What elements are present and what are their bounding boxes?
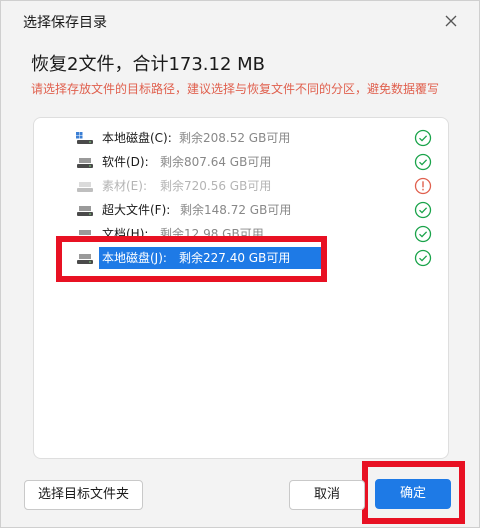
drive-icon <box>76 203 94 217</box>
drive-item-f[interactable]: 超大文件(F): 剩余148.72 GB可用 <box>34 198 448 222</box>
check-circle-icon <box>414 153 432 171</box>
recovery-summary-heading: 恢复2文件，合计173.12 MB <box>31 54 266 75</box>
drive-item-d[interactable]: 软件(D): 剩余807.64 GB可用 <box>34 150 448 174</box>
drive-item-e: 素材(E): 剩余720.56 GB可用 <box>34 174 448 198</box>
close-button[interactable] <box>439 9 463 33</box>
drive-label: 素材(E): <box>102 179 147 193</box>
drive-icon <box>76 155 94 169</box>
check-circle-icon <box>414 249 432 267</box>
check-circle-icon <box>414 201 432 219</box>
overwrite-warning-text: 请选择存放文件的目标路径，建议选择与恢复文件不同的分区，避免数据覆写 <box>31 82 440 96</box>
drive-free-space: 剩余807.64 GB可用 <box>160 155 272 169</box>
drive-list: 本地磁盘(C): 剩余208.52 GB可用 软件(D): 剩余807.64 G… <box>33 117 449 459</box>
drive-free-space: 剩余148.72 GB可用 <box>180 203 292 217</box>
drive-icon <box>76 179 94 193</box>
info-circle-icon <box>414 177 432 195</box>
cancel-button[interactable]: 取消 <box>289 480 365 510</box>
drive-icon <box>76 131 94 145</box>
drive-label: 超大文件(F): <box>102 203 171 217</box>
highlight-box-selected-drive <box>56 236 327 282</box>
drive-free-space: 剩余208.52 GB可用 <box>179 131 291 145</box>
check-circle-icon <box>414 129 432 147</box>
drive-free-space: 剩余720.56 GB可用 <box>160 179 272 193</box>
check-circle-icon <box>414 225 432 243</box>
close-icon <box>439 9 463 33</box>
confirm-button[interactable]: 确定 <box>375 479 451 509</box>
drive-label: 本地磁盘(C): <box>102 131 172 145</box>
drive-item-c[interactable]: 本地磁盘(C): 剩余208.52 GB可用 <box>34 126 448 150</box>
drive-label: 软件(D): <box>102 155 149 169</box>
save-directory-dialog: 选择保存目录 恢复2文件，合计173.12 MB 请选择存放文件的目标路径，建议… <box>0 0 480 528</box>
choose-folder-button[interactable]: 选择目标文件夹 <box>24 480 143 510</box>
dialog-title: 选择保存目录 <box>23 15 107 31</box>
